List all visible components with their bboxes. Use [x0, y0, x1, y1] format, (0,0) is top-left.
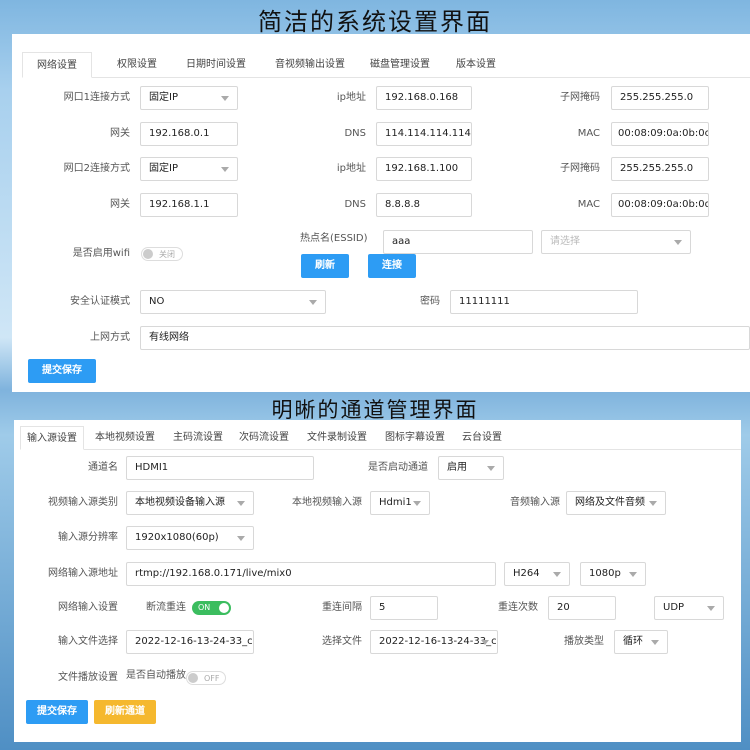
output-resolution-select[interactable]: 1080p	[580, 562, 646, 586]
nic2-gateway-label: 网关	[110, 199, 130, 210]
wifi-enable-toggle[interactable]: 关闭	[141, 247, 183, 261]
protocol-select[interactable]: UDP	[654, 596, 724, 620]
play-type-label: 播放类型	[564, 636, 604, 647]
channel-enable-select[interactable]: 启用	[438, 456, 504, 480]
channel-name-label: 通道名	[88, 462, 118, 473]
system-tab-bar: 网络设置 权限设置 日期时间设置 音视频输出设置 磁盘管理设置 版本设置	[22, 52, 750, 78]
tab-local-video[interactable]: 本地视频设置	[92, 426, 158, 450]
resolution-label: 输入源分辨率	[58, 532, 118, 543]
autoplay-toggle-text: OFF	[204, 674, 220, 683]
local-input-select[interactable]: Hdmi1	[370, 491, 430, 515]
tab-version[interactable]: 版本设置	[446, 52, 506, 78]
nic1-mode-label: 网口1连接方式	[63, 92, 130, 103]
internet-mode-label: 上网方式	[90, 332, 130, 343]
reconnect-interval-input[interactable]: 5	[370, 596, 438, 620]
tab-sub-stream[interactable]: 次码流设置	[236, 426, 292, 450]
network-url-input[interactable]: rtmp://192.168.0.171/live/mix0	[126, 562, 496, 586]
file-play-label: 文件播放设置	[58, 672, 118, 683]
nic1-ip-label: ip地址	[336, 92, 366, 103]
nic1-mac-input[interactable]: 00:08:09:0a:0b:0c	[611, 122, 709, 146]
nic1-mode-select[interactable]: 固定IP	[140, 86, 238, 110]
wifi-connect-button[interactable]: 连接	[368, 254, 416, 278]
system-settings-panel: 网络设置 权限设置 日期时间设置 音视频输出设置 磁盘管理设置 版本设置 网口1…	[12, 34, 750, 392]
audio-input-label: 音频输入源	[510, 497, 560, 508]
wifi-refresh-button[interactable]: 刷新	[301, 254, 349, 278]
ssid-input[interactable]: aaa	[383, 230, 533, 254]
nic2-ip-input[interactable]: 192.168.1.100	[376, 157, 472, 181]
nic2-mac-label: MAC	[577, 199, 600, 210]
nic2-mode-select[interactable]: 固定IP	[140, 157, 238, 181]
security-mode-select[interactable]: NO	[140, 290, 326, 314]
local-input-label: 本地视频输入源	[292, 497, 362, 508]
tab-main-stream[interactable]: 主码流设置	[170, 426, 226, 450]
nic1-mask-label: 子网掩码	[560, 92, 600, 103]
reconnect-interval-label: 重连间隔	[322, 602, 362, 613]
tab-icon-caption[interactable]: 图标字幕设置	[382, 426, 448, 450]
codec-select[interactable]: H264	[504, 562, 570, 586]
nic1-dns-input[interactable]: 114.114.114.114	[376, 122, 472, 146]
source-type-select[interactable]: 本地视频设备输入源	[126, 491, 254, 515]
password-input[interactable]: 11111111	[450, 290, 638, 314]
choose-file-label: 选择文件	[322, 636, 362, 647]
toggle-knob	[143, 249, 153, 259]
nic2-mode-label: 网口2连接方式	[63, 163, 130, 174]
refresh-channel-button[interactable]: 刷新通道	[94, 700, 156, 724]
security-mode-label: 安全认证模式	[70, 296, 130, 307]
nic2-dns-input[interactable]: 8.8.8.8	[376, 193, 472, 217]
input-file-input[interactable]: 2022-12-16-13-24-33_chn1_	[126, 630, 254, 654]
wifi-enable-label: 是否启用wifi	[72, 248, 130, 259]
autoplay-toggle[interactable]: OFF	[186, 671, 226, 685]
autoplay-label: 是否自动播放	[126, 670, 186, 681]
password-label: 密码	[420, 296, 440, 307]
ssid-label: 热点名(ESSID)	[300, 233, 368, 244]
nic1-gateway-label: 网关	[110, 128, 130, 139]
reconnect-retries-input[interactable]: 20	[548, 596, 616, 620]
channel-enable-label: 是否启动通道	[368, 462, 428, 473]
system-settings-banner: 简洁的系统设置界面	[258, 8, 492, 36]
toggle-knob	[188, 673, 198, 683]
reconnect-retries-label: 重连次数	[498, 602, 538, 613]
tab-input-source[interactable]: 输入源设置	[20, 426, 84, 450]
tab-network[interactable]: 网络设置	[22, 52, 92, 78]
choose-file-select[interactable]: 2022-12-16-13-24-33_c	[370, 630, 498, 654]
nic1-gateway-input[interactable]: 192.168.0.1	[140, 122, 238, 146]
resolution-select[interactable]: 1920x1080(60p)	[126, 526, 254, 550]
internet-mode-select[interactable]: 有线网络	[140, 326, 750, 350]
channel-name-input[interactable]: HDMI1	[126, 456, 314, 480]
reconnect-toggle[interactable]: ON	[192, 601, 231, 615]
nic1-ip-input[interactable]: 192.168.0.168	[376, 86, 472, 110]
tab-av-output[interactable]: 音视频输出设置	[262, 52, 358, 78]
channel-submit-button[interactable]: 提交保存	[26, 700, 88, 724]
wifi-toggle-text: 关闭	[159, 250, 175, 259]
audio-input-select[interactable]: 网络及文件音频	[566, 491, 666, 515]
network-setting-label: 网络输入设置	[58, 602, 118, 613]
play-type-select[interactable]: 循环	[614, 630, 668, 654]
source-type-label: 视频输入源类别	[48, 497, 118, 508]
tab-file-record[interactable]: 文件录制设置	[304, 426, 370, 450]
channel-tab-bar: 输入源设置 本地视频设置 主码流设置 次码流设置 文件录制设置 图标字幕设置 云…	[20, 426, 741, 450]
nic2-mac-input[interactable]: 00:08:09:0a:0b:0d	[611, 193, 709, 217]
ssid-select[interactable]: 请选择	[541, 230, 691, 254]
nic2-mask-label: 子网掩码	[560, 163, 600, 174]
nic1-mac-label: MAC	[577, 128, 600, 139]
nic1-mask-input[interactable]: 255.255.255.0	[611, 86, 709, 110]
input-file-label: 输入文件选择	[58, 636, 118, 647]
nic2-ip-label: ip地址	[336, 163, 366, 174]
toggle-knob	[219, 603, 229, 613]
system-submit-button[interactable]: 提交保存	[28, 359, 96, 383]
nic1-dns-label: DNS	[344, 128, 366, 139]
nic2-mask-input[interactable]: 255.255.255.0	[611, 157, 709, 181]
channel-settings-panel: 输入源设置 本地视频设置 主码流设置 次码流设置 文件录制设置 图标字幕设置 云…	[14, 420, 741, 742]
network-url-label: 网络输入源地址	[48, 568, 118, 579]
nic2-gateway-input[interactable]: 192.168.1.1	[140, 193, 238, 217]
tab-disk[interactable]: 磁盘管理设置	[358, 52, 442, 78]
tab-ptz[interactable]: 云台设置	[460, 426, 504, 450]
tab-datetime[interactable]: 日期时间设置	[174, 52, 258, 78]
nic2-dns-label: DNS	[344, 199, 366, 210]
tab-permissions[interactable]: 权限设置	[102, 52, 172, 78]
reconnect-label: 断流重连	[146, 602, 186, 613]
reconnect-toggle-text: ON	[198, 603, 211, 612]
